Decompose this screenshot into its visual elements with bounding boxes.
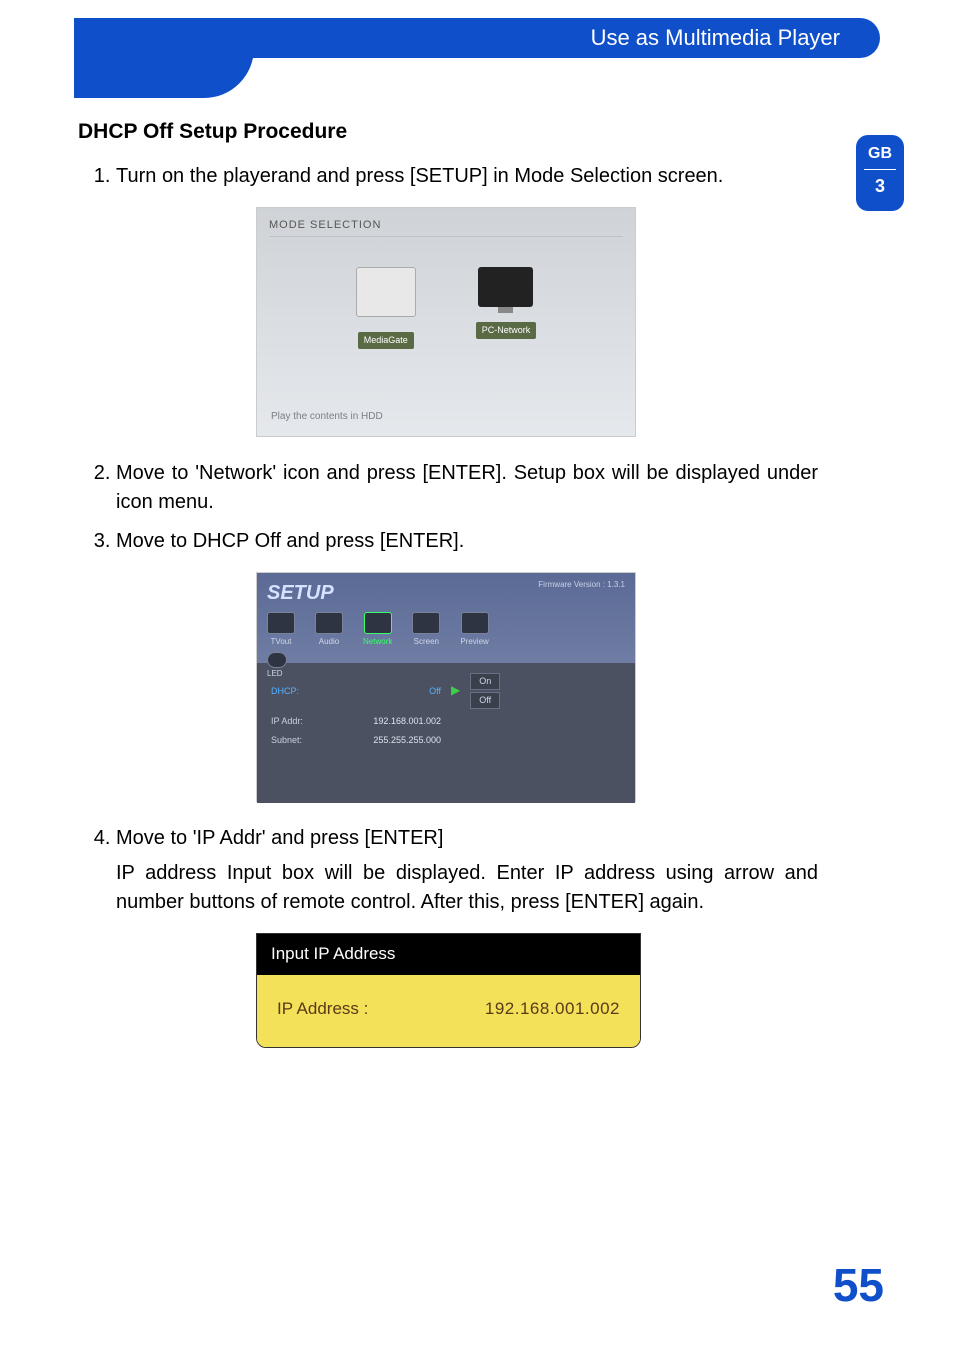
firmware-version: Firmware Version : 1.3.1 (538, 579, 625, 591)
figure-ip-input: Input IP Address IP Address : 192.168.00… (256, 933, 641, 1048)
setup-body: DHCP: Off ▶ On Off IP Addr: 192.168.001.… (257, 663, 635, 803)
audio-icon (315, 612, 343, 634)
step-4: Move to 'IP Addr' and press [ENTER] IP a… (116, 824, 818, 1048)
mediagate-icon: MediaGate (356, 267, 416, 352)
step-2-text: Move to 'Network' icon and press [ENTER]… (116, 462, 818, 513)
side-tab-chapter: 3 (856, 176, 904, 197)
page-header: Use as Multimedia Player (74, 18, 880, 78)
row-ipaddr: IP Addr: 192.168.001.002 (271, 715, 621, 728)
ip-input-header: Input IP Address (257, 934, 640, 975)
pc-network-label: PC-Network (476, 322, 537, 339)
subnet-label: Subnet: (271, 734, 321, 747)
step-1-text: Turn on the playerand and press [SETUP] … (116, 165, 723, 187)
ip-label: IP Addr: (271, 715, 321, 728)
step-3-text: Move to DHCP Off and press [ENTER]. (116, 530, 464, 552)
ip-value: 192.168.001.002 (331, 715, 441, 728)
ip-input-body: IP Address : 192.168.001.002 (257, 975, 640, 1048)
network-icon (364, 612, 392, 634)
led-icon (267, 652, 287, 668)
subnet-value: 255.255.255.000 (331, 734, 441, 747)
step-2: Move to 'Network' icon and press [ENTER]… (116, 459, 818, 517)
tab-audio: Audio (315, 612, 343, 648)
side-tab-lang: GB (856, 145, 904, 163)
figure-mode-selection: MODE SELECTION MediaGate PC-Network Play… (256, 207, 636, 437)
header-corner-block (74, 18, 254, 98)
page-number: 55 (833, 1258, 884, 1312)
device-icon (356, 267, 416, 317)
step-4-text: Move to 'IP Addr' and press [ENTER] (116, 827, 443, 849)
option-off: Off (470, 692, 500, 709)
steps-list: Turn on the playerand and press [SETUP] … (78, 162, 818, 1048)
tab-preview: Preview (460, 612, 488, 648)
tab-screen: Screen (412, 612, 440, 648)
side-tab-divider (864, 169, 896, 170)
monitor-icon (478, 267, 533, 307)
screen-icon (412, 612, 440, 634)
ip-input-value: 192.168.001.002 (485, 997, 620, 1022)
tab-network: Network (363, 612, 392, 648)
mediagate-label: MediaGate (358, 332, 414, 349)
figure-setup: SETUP Firmware Version : 1.3.1 TVout Aud… (256, 572, 636, 802)
tab-tvout: TVout (267, 612, 295, 648)
setup-tabs: TVout Audio Network Screen Preview (267, 612, 625, 648)
step-3: Move to DHCP Off and press [ENTER]. SETU… (116, 527, 818, 802)
row-subnet: Subnet: 255.255.255.000 (271, 734, 621, 747)
led-label: LED (267, 668, 625, 680)
side-tab: GB 3 (856, 135, 904, 211)
header-title: Use as Multimedia Player (591, 25, 840, 51)
dhcp-value: Off (331, 685, 441, 698)
tvout-icon (267, 612, 295, 634)
content-area: DHCP Off Setup Procedure Turn on the pla… (78, 120, 818, 1070)
pc-network-icon: PC-Network (476, 267, 537, 352)
preview-icon (461, 612, 489, 634)
step-1: Turn on the playerand and press [SETUP] … (116, 162, 818, 437)
mode-selection-title: MODE SELECTION (269, 218, 623, 237)
led-row: LED (267, 652, 625, 680)
dhcp-label: DHCP: (271, 685, 321, 698)
section-title: DHCP Off Setup Procedure (78, 120, 818, 144)
mode-selection-icons: MediaGate PC-Network (269, 267, 623, 352)
mode-selection-footer: Play the contents in HDD (271, 410, 383, 425)
play-arrow-icon: ▶ (451, 682, 460, 699)
ip-input-label: IP Address : (277, 997, 368, 1022)
setup-top-panel: SETUP Firmware Version : 1.3.1 TVout Aud… (257, 573, 635, 663)
step-4-extra: IP address Input box will be displayed. … (116, 859, 818, 917)
